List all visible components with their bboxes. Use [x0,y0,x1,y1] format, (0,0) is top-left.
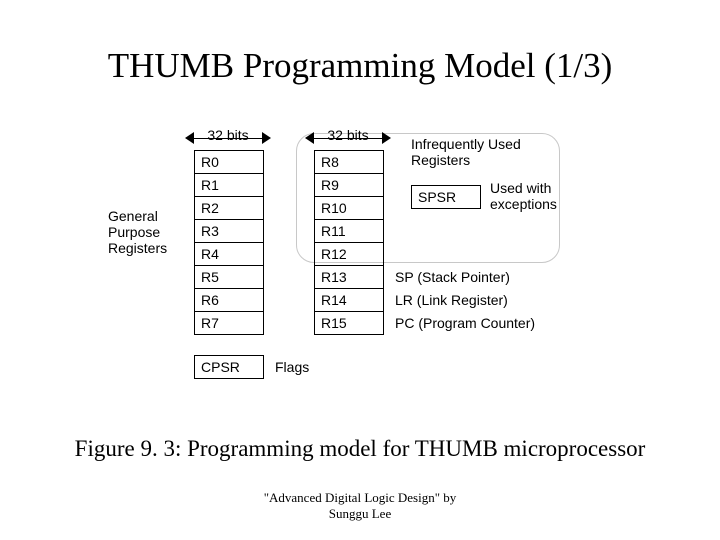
slide: THUMB Programming Model (1/3) 32 bits 32… [0,0,720,540]
reg-cell: R0 [195,151,263,174]
reg-cell: R8 [315,151,383,174]
footer-line1: "Advanced Digital Logic Design" by [0,490,720,506]
spsr-note: Used with exceptions [490,180,557,212]
reg-cell: R5 [195,266,263,289]
reg-cell: R4 [195,243,263,266]
footer: "Advanced Digital Logic Design" by Sungg… [0,490,720,523]
r14-note: LR (Link Register) [395,292,508,308]
reg-cell: R6 [195,289,263,312]
cpsr-box: CPSR [194,355,264,379]
reg-cell: R2 [195,197,263,220]
width-label-col2: 32 bits [305,127,391,143]
gpr-label: General Purpose Registers [108,208,167,256]
figure-diagram: 32 bits 32 bits General Purpose Register… [0,130,720,420]
reg-col2: R8 R9 R10 R11 R12 R13 R14 R15 [314,150,384,335]
reg-cell: R7 [195,312,263,335]
width-arrow-col1: 32 bits [185,130,271,146]
reg-cell: R11 [315,220,383,243]
reg-cell: R10 [315,197,383,220]
reg-cell: R15 [315,312,383,335]
reg-cell: R13 [315,266,383,289]
footer-line2: Sunggu Lee [0,506,720,522]
r15-note: PC (Program Counter) [395,315,535,331]
reg-col1: R0 R1 R2 R3 R4 R5 R6 R7 [194,150,264,335]
reg-cell: R3 [195,220,263,243]
width-arrow-col2: 32 bits [305,130,391,146]
reg-cell: R12 [315,243,383,266]
slide-title: THUMB Programming Model (1/3) [0,46,720,86]
infreq-label: Infrequently Used Registers [411,136,521,168]
reg-cell: R9 [315,174,383,197]
flags-label: Flags [275,359,309,375]
reg-cell: R1 [195,174,263,197]
r13-note: SP (Stack Pointer) [395,269,510,285]
spsr-box: SPSR [411,185,481,209]
figure-caption: Figure 9. 3: Programming model for THUMB… [0,436,720,462]
reg-cell: R14 [315,289,383,312]
width-label-col1: 32 bits [185,127,271,143]
